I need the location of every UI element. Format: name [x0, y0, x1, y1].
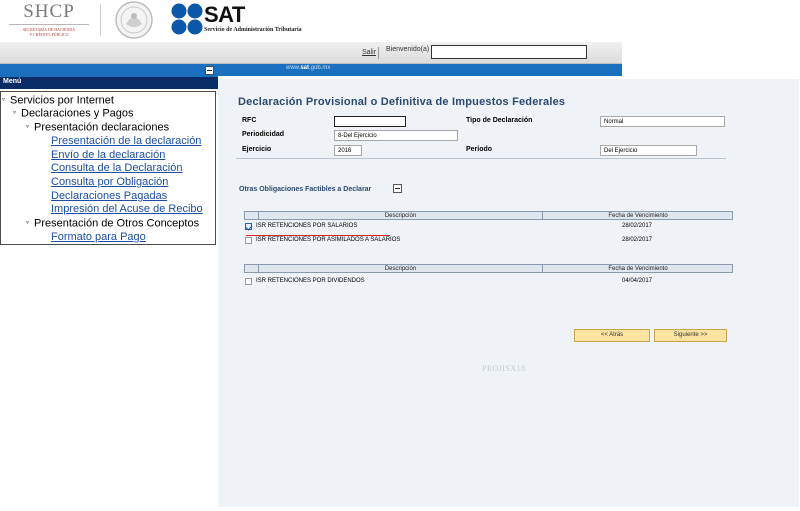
sat-logo-subtitle: Servicio de Administración Tributaria — [204, 27, 302, 33]
shcp-logo: SHCP SECRETARÍA DE HACIENDA Y CRÉDITO PÚ… — [4, 2, 94, 40]
periodo-field[interactable]: Del Ejercicio — [600, 145, 697, 156]
menu-item-label: Presentación de Otros Conceptos — [34, 217, 200, 230]
collapse-arrow-icon[interactable]: ▿ — [13, 107, 20, 120]
menu-item-label: Servicios por Internet — [10, 94, 114, 107]
collapse-arrow-icon[interactable]: ▿ — [2, 94, 9, 107]
menu-item-label: Declaraciones y Pagos — [21, 107, 134, 120]
table-row[interactable]: ISR RETENCIONES POR DIVIDENDOS 04/04/201… — [244, 277, 733, 287]
site-url-prefix: www. — [286, 65, 301, 71]
logout-link[interactable]: Salir — [362, 49, 376, 56]
column-header-fecha: Fecha de Vencimiento — [608, 213, 668, 219]
header-check-cell — [246, 212, 259, 220]
row-checkbox[interactable] — [245, 223, 252, 230]
back-button[interactable]: << Atrás — [574, 329, 650, 342]
ejercicio-field[interactable]: 2016 — [334, 145, 362, 156]
tipo-declaracion-field[interactable]: Normal — [600, 116, 725, 127]
user-bar-separator — [378, 47, 379, 59]
menu-title: Menú — [3, 78, 22, 85]
row-description: ISR RETENCIONES POR ASIMILADOS A SALARIO… — [256, 237, 401, 243]
site-header: SHCP SECRETARÍA DE HACIENDA Y CRÉDITO PÚ… — [0, 0, 622, 42]
row-checkbox[interactable] — [245, 278, 252, 285]
menu-link-declaraciones-pagadas[interactable]: Declaraciones Pagadas — [51, 190, 167, 203]
table-row[interactable]: ISR RETENCIONES POR SALARIOS 28/02/2017 — [244, 222, 733, 232]
menu-item-servicios[interactable]: ▿ Servicios por Internet — [2, 94, 114, 107]
menu-collapse-icon[interactable] — [205, 66, 214, 75]
menu-link-envio-declaracion[interactable]: Envío de la declaración — [51, 149, 165, 162]
row-due-date: 28/02/2017 — [621, 237, 653, 243]
menu-item-otros-conceptos[interactable]: ▿ Presentación de Otros Conceptos — [26, 217, 199, 230]
welcome-label: Bienvenido(a) — [386, 46, 430, 53]
menu-link-formato-pago[interactable]: Formato para Pago — [51, 231, 146, 244]
column-header-descripcion: Descripción — [384, 213, 417, 219]
menu-item-declaraciones-pagos[interactable]: ▿ Declaraciones y Pagos — [13, 107, 134, 120]
shcp-logo-title: SHCP — [23, 1, 75, 22]
periodicidad-label: Periodicidad — [242, 131, 285, 138]
site-url: www.sat.gob.mx — [286, 65, 330, 71]
obligaciones-table-header: Descripción Fecha de Vencimiento — [244, 264, 733, 273]
menu-link-consulta-declaracion[interactable]: Consulta de la Declaración — [51, 162, 182, 175]
menu-link-consulta-obligacion[interactable]: Consulta por Obligación — [51, 176, 168, 189]
periodicidad-field[interactable]: 8-Del Ejercicio — [334, 130, 458, 141]
page-title: Declaración Provisional o Definitiva de … — [238, 96, 566, 108]
sat-logo-title: SAT — [204, 2, 245, 27]
collapse-arrow-icon[interactable]: ▿ — [26, 121, 33, 134]
ejercicio-label: Ejercicio — [242, 146, 272, 153]
rfc-field[interactable] — [334, 116, 406, 127]
table-row[interactable]: ISR RETENCIONES POR ASIMILADOS A SALARIO… — [244, 236, 733, 246]
menu-link-presentacion-declaracion[interactable]: Presentación de la declaración — [51, 135, 201, 148]
row-due-date: 04/04/2017 — [621, 278, 653, 284]
collapse-arrow-icon[interactable]: ▿ — [26, 217, 33, 230]
column-header-descripcion: Descripción — [384, 266, 417, 272]
site-url-bar — [218, 64, 622, 76]
shcp-logo-subtitle-2: Y CRÉDITO PÚBLICO — [29, 32, 69, 37]
otras-obligaciones-title: Otras Obligaciones Factibles a Declarar — [239, 186, 372, 193]
header-check-cell — [246, 265, 259, 273]
next-button[interactable]: Siguiente >> — [654, 329, 727, 342]
header-divider — [100, 4, 101, 36]
row-description: ISR RETENCIONES POR DIVIDENDOS — [256, 278, 365, 284]
collapse-section-icon[interactable] — [393, 184, 402, 193]
row-due-date: 28/02/2017 — [621, 223, 653, 229]
menu-header-bar — [0, 64, 218, 77]
menu-item-presentacion-declaraciones[interactable]: ▿ Presentación declaraciones — [26, 121, 169, 134]
menu-title-bar: Menú — [0, 77, 218, 89]
site-url-suffix: .gob.mx — [309, 65, 331, 71]
welcome-username-field — [431, 45, 587, 59]
rfc-label: RFC — [242, 117, 257, 124]
row-description: ISR RETENCIONES POR SALARIOS — [256, 223, 358, 229]
menu-link-impresion-acuse[interactable]: Impresión del Acuse de Recibo — [51, 203, 203, 216]
main-content — [218, 79, 799, 507]
national-seal-icon — [115, 1, 153, 39]
tipo-declaracion-label: Tipo de Declaración — [466, 117, 533, 124]
column-header-fecha: Fecha de Vencimiento — [608, 266, 668, 272]
row-checkbox[interactable] — [245, 237, 252, 244]
shcp-logo-rule — [9, 24, 89, 25]
site-url-domain: sat — [300, 65, 310, 71]
periodo-label: Período — [466, 146, 493, 153]
section-divider — [236, 158, 726, 159]
menu-item-label: Presentación declaraciones — [34, 121, 170, 134]
screen-code: PROIISX18 — [482, 364, 526, 373]
obligaciones-table-header: Descripción Fecha de Vencimiento — [244, 211, 733, 220]
